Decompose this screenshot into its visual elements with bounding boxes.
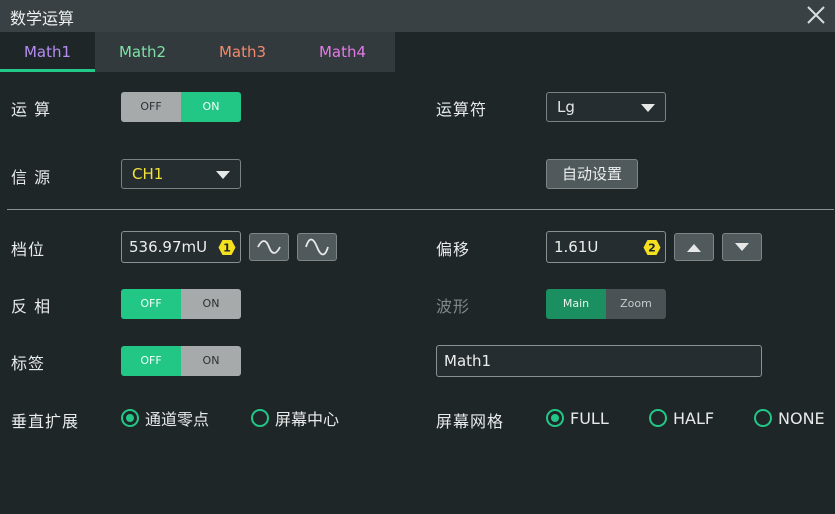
auto-setup-button[interactable]: 自动设置 bbox=[546, 159, 638, 189]
offset-label: 偏移 bbox=[436, 240, 471, 259]
grid-option-full[interactable]: FULL bbox=[546, 407, 609, 429]
triangle-down-icon bbox=[735, 243, 749, 251]
waveform-label: 波形 bbox=[436, 297, 471, 316]
fine-adjust-button[interactable] bbox=[297, 233, 337, 261]
operation-off-option[interactable]: OFF bbox=[121, 92, 181, 122]
tab-math3[interactable]: Math3 bbox=[195, 32, 290, 72]
source-select[interactable]: CH1 bbox=[121, 159, 241, 189]
coarse-adjust-button[interactable] bbox=[249, 233, 289, 261]
title-bar: 数学运算 bbox=[0, 0, 835, 32]
operator-select[interactable]: Lg bbox=[546, 92, 666, 122]
radio-unselected-icon bbox=[754, 409, 772, 427]
sine-wave-icon bbox=[257, 240, 281, 254]
tab-math3-label: Math3 bbox=[218, 43, 267, 61]
waveform-toggle[interactable]: Main Zoom bbox=[546, 289, 666, 319]
tab-math1-label: Math1 bbox=[23, 43, 72, 61]
tag-label: 标签 bbox=[11, 354, 46, 373]
operator-value: Lg bbox=[557, 98, 575, 116]
tag-toggle[interactable]: OFF ON bbox=[121, 346, 241, 376]
offset-down-button[interactable] bbox=[722, 233, 762, 261]
invert-on-option[interactable]: ON bbox=[181, 289, 241, 319]
tag-text-input[interactable]: Math1 bbox=[436, 345, 762, 377]
scale-label: 档位 bbox=[11, 240, 46, 259]
tab-math1[interactable]: Math1 bbox=[0, 32, 95, 72]
radio-selected-icon bbox=[546, 409, 564, 427]
vertical-expand-option-center-label: 屏幕中心 bbox=[275, 410, 340, 429]
grid-option-none-label: NONE bbox=[778, 408, 825, 428]
knob-2-number: 2 bbox=[648, 242, 656, 255]
tab-math4-label: Math4 bbox=[318, 43, 367, 61]
source-value: CH1 bbox=[132, 165, 164, 183]
waveform-main-option[interactable]: Main bbox=[546, 289, 606, 319]
invert-label: 反 相 bbox=[11, 297, 52, 316]
radio-selected-icon bbox=[121, 409, 139, 427]
chevron-down-icon bbox=[216, 171, 230, 179]
operator-label: 运算符 bbox=[436, 100, 488, 119]
radio-unselected-icon bbox=[251, 409, 269, 427]
waveform-zoom-option[interactable]: Zoom bbox=[606, 289, 666, 319]
offset-value: 1.61U bbox=[554, 238, 599, 256]
chevron-down-icon bbox=[641, 104, 655, 112]
section-divider bbox=[7, 209, 834, 210]
invert-off-option[interactable]: OFF bbox=[121, 289, 181, 319]
source-label: 信 源 bbox=[11, 168, 52, 187]
scale-input[interactable]: 536.97mU 1 bbox=[121, 231, 241, 263]
operation-toggle[interactable]: OFF ON bbox=[121, 92, 241, 122]
grid-option-half-label: HALF bbox=[673, 408, 715, 428]
vertical-expand-option-zero[interactable]: 通道零点 bbox=[121, 407, 209, 429]
tag-text-value: Math1 bbox=[444, 352, 492, 370]
grid-option-full-label: FULL bbox=[570, 408, 609, 428]
active-tab-indicator bbox=[0, 69, 95, 72]
sine-wave-fine-icon bbox=[305, 238, 329, 256]
vertical-expand-option-center[interactable]: 屏幕中心 bbox=[251, 407, 339, 429]
vertical-expand-label: 垂直扩展 bbox=[11, 412, 80, 431]
knob-1-icon: 1 bbox=[218, 240, 236, 255]
grid-option-none[interactable]: NONE bbox=[754, 407, 825, 429]
grid-option-half[interactable]: HALF bbox=[649, 407, 714, 429]
operation-on-option[interactable]: ON bbox=[181, 92, 241, 122]
close-icon[interactable] bbox=[805, 4, 827, 26]
offset-up-button[interactable] bbox=[674, 233, 714, 261]
knob-2-icon: 2 bbox=[643, 240, 661, 255]
vertical-expand-option-zero-label: 通道零点 bbox=[145, 410, 210, 429]
dialog-title: 数学运算 bbox=[10, 9, 75, 28]
knob-1-number: 1 bbox=[223, 242, 231, 255]
tag-on-option[interactable]: ON bbox=[181, 346, 241, 376]
tab-math2-label: Math2 bbox=[118, 43, 167, 61]
tag-off-option[interactable]: OFF bbox=[121, 346, 181, 376]
invert-toggle[interactable]: OFF ON bbox=[121, 289, 241, 319]
tab-math4[interactable]: Math4 bbox=[295, 32, 390, 72]
scale-value: 536.97mU bbox=[129, 238, 208, 256]
operation-label: 运 算 bbox=[11, 100, 52, 119]
triangle-up-icon bbox=[687, 244, 701, 252]
radio-unselected-icon bbox=[649, 409, 667, 427]
tab-math2[interactable]: Math2 bbox=[95, 32, 190, 72]
math-tabs: Math1 Math2 Math3 Math4 bbox=[0, 32, 395, 72]
offset-input[interactable]: 1.61U 2 bbox=[546, 231, 666, 263]
grid-label: 屏幕网格 bbox=[436, 412, 505, 431]
